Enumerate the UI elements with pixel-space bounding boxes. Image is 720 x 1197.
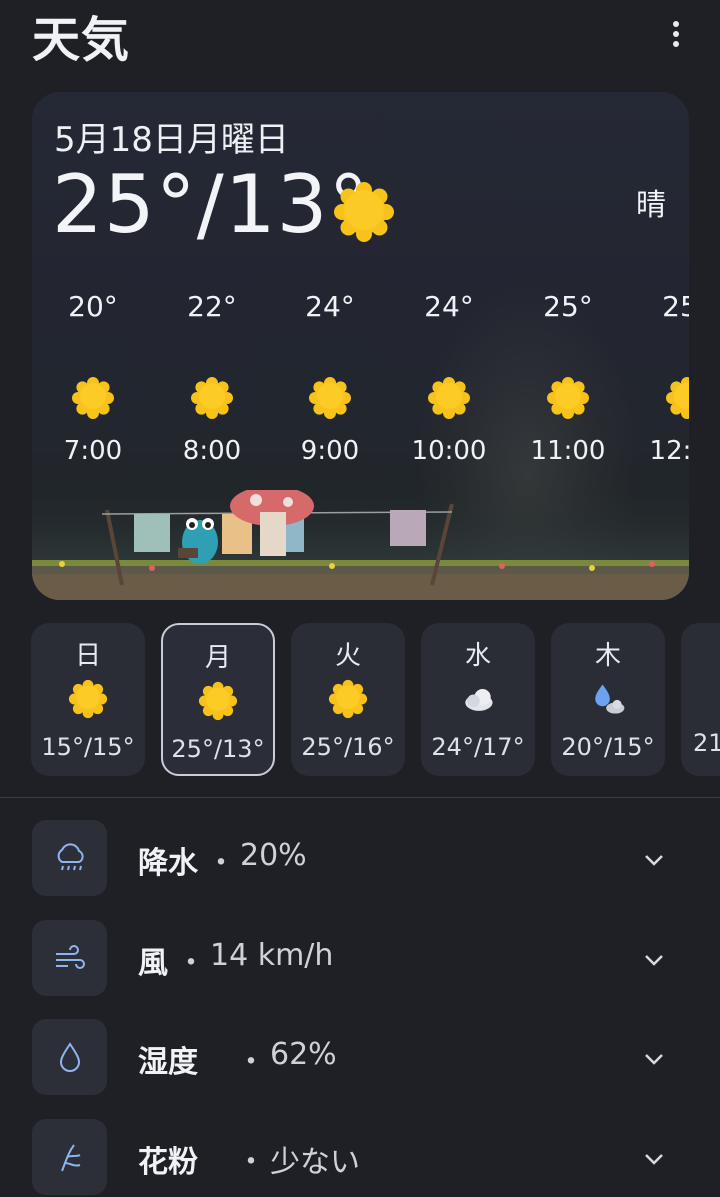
chevron-down-icon	[645, 955, 663, 966]
current-condition: 晴	[636, 188, 666, 223]
hourly-time: 10:00	[411, 436, 487, 466]
current-temp-range: 25°/13°	[52, 158, 370, 251]
more-options-button[interactable]	[656, 14, 696, 54]
day-temps: 25°/13°	[171, 735, 265, 763]
section-divider	[0, 797, 720, 798]
hourly-time: 8:00	[182, 436, 242, 466]
humidity-row[interactable]: 湿度 ・ 62%	[32, 1019, 692, 1095]
hourly-temp: 24°	[305, 290, 355, 323]
hourly-time: 12:00	[649, 436, 689, 466]
wind-icon	[55, 945, 85, 969]
daily-item[interactable]: 21	[681, 623, 720, 776]
pollen-row[interactable]: 花粉 ・ 少ない	[32, 1119, 692, 1195]
hourly-temp: 22°	[187, 290, 237, 323]
separator: ・	[206, 846, 236, 881]
chevron-down-icon	[645, 1054, 663, 1065]
hourly-item: 25° 11:00	[513, 290, 623, 466]
wind-row[interactable]: 風 ・ 14 km/h	[32, 920, 692, 996]
hourly-item: 25° 12:00	[632, 290, 689, 466]
sun-icon	[190, 376, 234, 420]
day-temps: 20°/15°	[561, 733, 655, 761]
detail-label: 降水	[138, 846, 198, 881]
detail-value: 62%	[270, 1037, 337, 1072]
weather-illustration	[32, 490, 689, 600]
sun-icon	[334, 182, 394, 242]
sun-icon	[328, 679, 368, 719]
rain-icon	[57, 843, 84, 871]
detail-value: 少ない	[270, 1145, 360, 1180]
current-date: 5月18日月曜日	[54, 120, 289, 160]
chevron-down-icon	[645, 1154, 663, 1165]
hourly-item: 24° 9:00	[275, 290, 385, 466]
current-weather-card[interactable]: 5月18日月曜日 25°/13° 晴 20° 7:00 22° 8:00 24°	[32, 92, 689, 600]
daily-item-selected[interactable]: 月 25°/13°	[161, 623, 275, 776]
day-name: 水	[464, 641, 491, 671]
rain-cloud-icon	[595, 684, 625, 714]
hourly-time: 9:00	[300, 436, 360, 466]
sun-icon	[427, 376, 471, 420]
hourly-time: 7:00	[63, 436, 123, 466]
hourly-item: 20° 7:00	[38, 290, 148, 466]
separator: ・	[236, 1045, 266, 1080]
day-temps: 25°/16°	[301, 733, 395, 761]
separator: ・	[176, 946, 206, 981]
day-name: 日	[74, 641, 101, 671]
hourly-temp: 24°	[424, 290, 474, 323]
hourly-item: 24° 10:00	[394, 290, 504, 466]
hourly-temp: 20°	[68, 290, 118, 323]
precipitation-row[interactable]: 降水 ・ 20%	[32, 820, 692, 896]
hourly-temp: 25°	[662, 290, 689, 323]
humidity-icon	[59, 1042, 80, 1072]
cloud-icon	[465, 689, 493, 711]
detail-label: 花粉	[138, 1145, 198, 1180]
detail-label: 風	[138, 946, 168, 981]
day-temps: 21	[693, 729, 720, 757]
hourly-time: 11:00	[530, 436, 606, 466]
app-title: 天気	[32, 12, 131, 68]
sun-icon	[308, 376, 352, 420]
day-name: 火	[334, 641, 361, 671]
separator: ・	[236, 1145, 266, 1180]
hourly-temp: 25°	[543, 290, 593, 323]
sun-icon	[68, 679, 108, 719]
detail-value: 20%	[240, 838, 307, 873]
detail-label: 湿度	[138, 1045, 198, 1080]
day-name: 月	[204, 643, 231, 673]
sun-icon	[546, 376, 590, 420]
daily-item[interactable]: 木 20°/15°	[551, 623, 665, 776]
daily-item[interactable]: 水 24°/17°	[421, 623, 535, 776]
pollen-icon	[60, 1144, 80, 1172]
detail-value: 14 km/h	[210, 938, 334, 973]
sun-icon	[198, 681, 238, 721]
hourly-item: 22° 8:00	[157, 290, 267, 466]
chevron-down-icon	[645, 855, 663, 866]
day-name	[681, 635, 720, 669]
day-temps: 24°/17°	[431, 733, 525, 761]
weather-app: 天気 5月18日月曜日 25°/13° 晴 20° 7:00 22° 8:00 …	[0, 0, 720, 1197]
sun-icon	[665, 376, 689, 420]
day-temps: 15°/15°	[41, 733, 135, 761]
day-name: 木	[594, 641, 621, 671]
daily-item[interactable]: 日 15°/15°	[31, 623, 145, 776]
more-vert-icon	[673, 21, 679, 47]
daily-item[interactable]: 火 25°/16°	[291, 623, 405, 776]
sun-icon	[71, 376, 115, 420]
